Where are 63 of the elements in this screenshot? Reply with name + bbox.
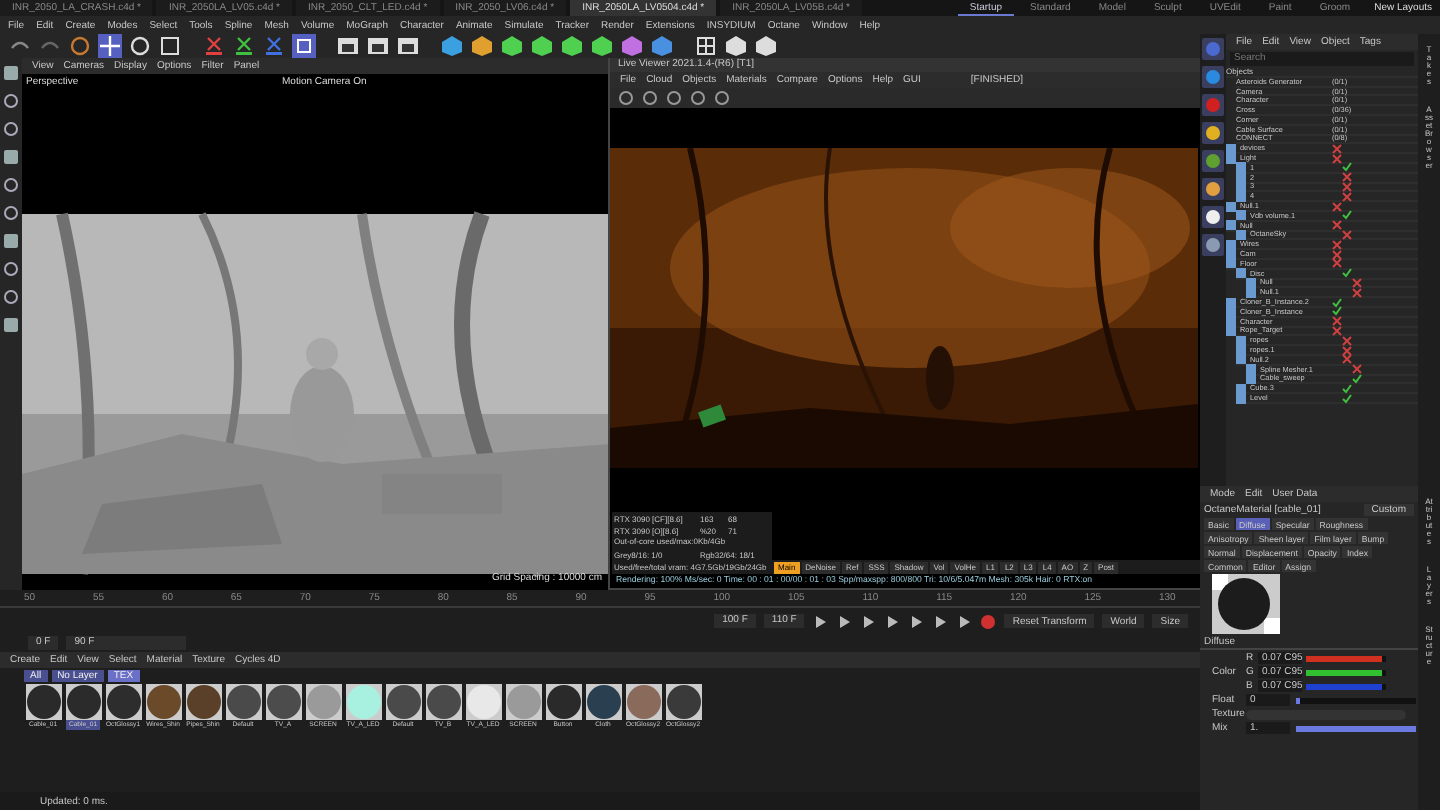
grid-icon[interactable]	[694, 34, 718, 58]
material-swatch[interactable]	[665, 684, 701, 720]
y-axis-icon[interactable]	[232, 34, 256, 58]
material-swatch[interactable]	[425, 684, 461, 720]
cross-icon[interactable]	[1332, 249, 1342, 260]
sphere-icon[interactable]	[1202, 234, 1224, 256]
material-swatch[interactable]	[545, 684, 581, 720]
check-icon[interactable]	[1342, 393, 1352, 403]
check-icon[interactable]	[1342, 162, 1352, 173]
color-slider[interactable]	[1306, 655, 1382, 661]
coordinate-icon[interactable]	[292, 34, 316, 58]
check-icon[interactable]	[1332, 297, 1342, 308]
material-swatch[interactable]	[25, 684, 61, 720]
material-swatch[interactable]	[345, 684, 381, 720]
material-swatch[interactable]	[185, 684, 221, 720]
material-swatch[interactable]	[65, 684, 101, 720]
material-swatch[interactable]	[265, 684, 301, 720]
color-slider[interactable]	[1306, 669, 1382, 675]
cross-icon[interactable]	[1352, 364, 1362, 375]
material-swatch[interactable]	[585, 684, 621, 720]
check-icon[interactable]	[1342, 210, 1352, 221]
render-view-icon[interactable]	[336, 34, 360, 58]
scale-icon[interactable]	[158, 34, 182, 58]
x-axis-icon[interactable]	[202, 34, 226, 58]
cross-icon[interactable]	[1352, 287, 1362, 298]
texture-field[interactable]	[1246, 709, 1406, 719]
cross-icon[interactable]	[1342, 335, 1352, 346]
move-icon[interactable]	[98, 34, 122, 58]
cross-icon[interactable]	[1332, 220, 1342, 231]
check-icon[interactable]	[1352, 373, 1362, 384]
cross-icon[interactable]	[1342, 191, 1352, 202]
slider-fill[interactable]	[1296, 725, 1416, 731]
live-select-icon[interactable]	[68, 34, 92, 58]
material-swatch[interactable]	[505, 684, 541, 720]
cross-icon[interactable]	[1332, 325, 1342, 336]
cross-icon[interactable]	[1342, 345, 1352, 356]
cross-icon[interactable]	[1332, 239, 1342, 250]
cross-icon[interactable]	[1332, 316, 1342, 327]
cross-icon[interactable]	[1342, 181, 1352, 192]
cross-icon[interactable]	[1332, 258, 1342, 269]
material-swatch[interactable]	[625, 684, 661, 720]
material-preview	[1212, 574, 1280, 634]
cross-icon[interactable]	[1332, 201, 1342, 212]
cross-icon[interactable]	[1342, 229, 1352, 240]
render-settings-icon[interactable]	[396, 34, 420, 58]
cross-icon[interactable]	[1332, 153, 1342, 164]
material-swatch[interactable]	[225, 684, 261, 720]
material-swatch[interactable]	[385, 684, 421, 720]
play-icon[interactable]	[884, 613, 901, 629]
record-icon[interactable]	[980, 613, 997, 629]
cross-icon[interactable]	[1342, 172, 1352, 183]
color-slider[interactable]	[1306, 683, 1382, 689]
material-swatch[interactable]	[465, 684, 501, 720]
check-icon[interactable]	[1342, 268, 1352, 279]
cross-icon[interactable]	[1352, 277, 1362, 288]
check-icon[interactable]	[1332, 306, 1342, 317]
z-axis-icon[interactable]	[262, 34, 286, 58]
material-swatch[interactable]	[145, 684, 181, 720]
check-icon[interactable]	[1342, 383, 1352, 394]
material-swatch[interactable]	[105, 684, 141, 720]
material-swatch[interactable]	[305, 684, 341, 720]
cross-icon[interactable]	[1332, 143, 1342, 154]
cross-icon[interactable]	[1342, 354, 1352, 365]
